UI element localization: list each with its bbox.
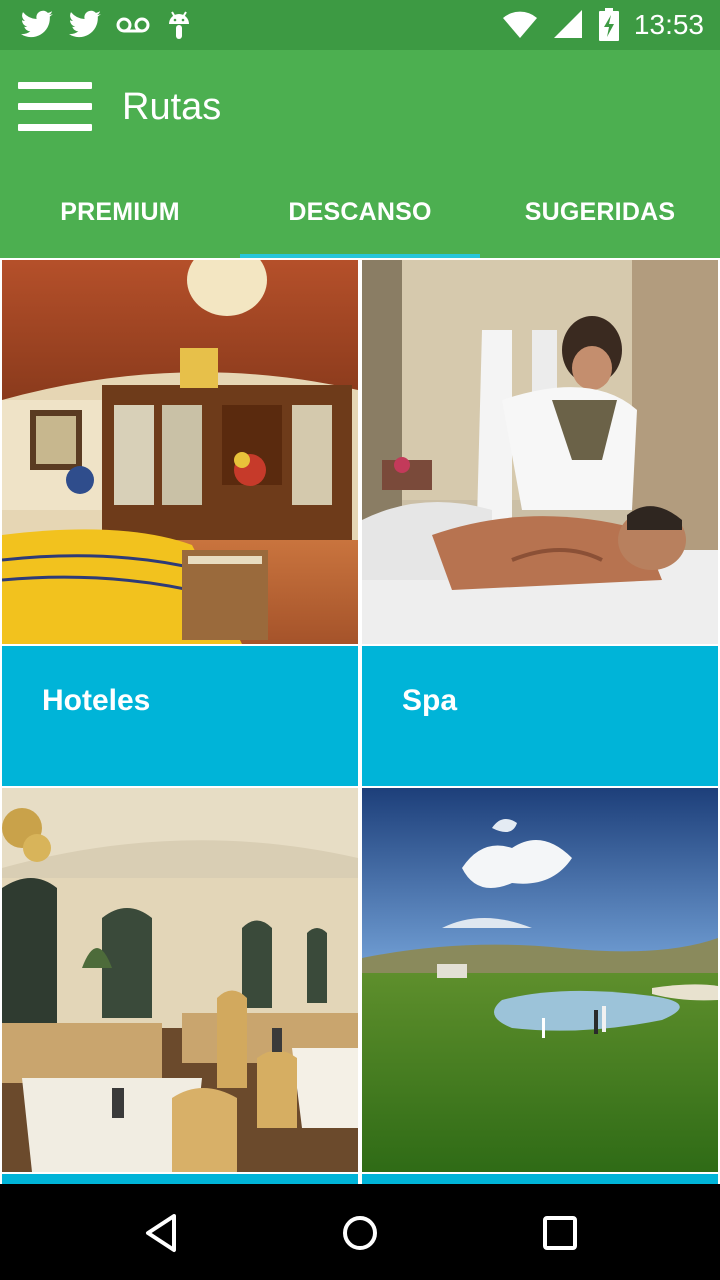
restaurant-photo	[2, 788, 358, 1172]
voicemail-icon	[116, 17, 150, 33]
wifi-icon	[502, 11, 537, 38]
battery-charging-icon	[598, 8, 619, 41]
cell-signal-icon	[553, 10, 582, 38]
tab-descanso[interactable]: DESCANSO	[240, 170, 480, 258]
card-spa[interactable]: Spa	[362, 260, 718, 786]
hotel-room-photo	[2, 260, 358, 644]
home-icon[interactable]	[335, 1208, 385, 1258]
app-bar: Rutas PREMIUM DESCANSO SUGERIDAS	[0, 50, 720, 258]
card-title: Spa	[402, 684, 458, 717]
status-bar: 13:53	[0, 0, 720, 50]
golf-course-photo	[362, 788, 718, 1172]
system-icons: 13:53	[502, 6, 704, 44]
navigation-bar	[0, 1184, 720, 1280]
card-label	[362, 1174, 718, 1184]
card-hoteles[interactable]: Hoteles	[2, 260, 358, 786]
hamburger-menu-icon[interactable]	[18, 80, 94, 134]
notification-icons	[20, 8, 194, 42]
card-label: Spa	[362, 646, 718, 786]
tab-premium[interactable]: PREMIUM	[0, 170, 240, 258]
tab-bar: PREMIUM DESCANSO SUGERIDAS	[0, 170, 720, 258]
card-label: Hoteles	[2, 646, 358, 786]
page-title: Rutas	[122, 86, 222, 128]
card-restaurant[interactable]	[2, 788, 358, 1184]
back-icon[interactable]	[138, 1208, 188, 1258]
android-icon	[169, 11, 189, 39]
card-label	[2, 1174, 358, 1184]
status-time: 13:53	[633, 9, 704, 40]
twitter-icon	[21, 10, 53, 38]
tab-sugeridas[interactable]: SUGERIDAS	[480, 170, 720, 258]
twitter-icon	[69, 10, 101, 38]
recents-icon[interactable]	[535, 1208, 585, 1258]
category-grid: Hoteles Spa	[0, 258, 720, 1184]
card-golf[interactable]	[362, 788, 718, 1184]
spa-massage-photo	[362, 260, 718, 644]
card-title: Hoteles	[42, 684, 151, 717]
